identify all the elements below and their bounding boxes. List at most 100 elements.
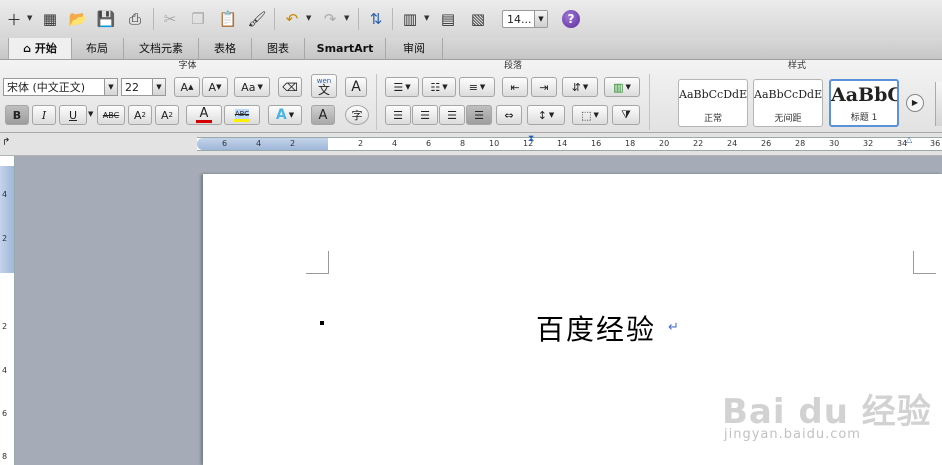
save-icon[interactable]: 💾	[94, 7, 118, 31]
show-hide-icon[interactable]: ⇅	[364, 7, 388, 31]
template-gallery-icon[interactable]: ▦	[38, 7, 62, 31]
print-icon[interactable]: ⎙	[123, 7, 147, 31]
chevron-down-icon: ▼	[582, 83, 589, 91]
style-no-spacing[interactable]: AaBbCcDdEe 无间距	[753, 79, 823, 127]
arrow-down-icon: ▼	[216, 83, 222, 91]
align-center-button[interactable]: ☰	[412, 105, 438, 125]
numbering-button[interactable]: ☷ ▼	[422, 77, 456, 97]
gallery-icon[interactable]: ▤	[436, 7, 460, 31]
paste-icon[interactable]: 📋	[216, 7, 240, 31]
font-name-select[interactable]: 宋体 (中文正文) ▼	[3, 78, 118, 96]
tab-document-elements[interactable]: 文档元素	[124, 38, 199, 59]
increase-indent-button[interactable]: ⇥	[531, 77, 557, 97]
char-border-icon: A	[351, 79, 361, 95]
columns-button[interactable]: ▥ ▼	[604, 77, 640, 97]
change-case-button[interactable]: Aa ▼	[234, 77, 270, 97]
clear-formatting-button[interactable]: ⌫	[278, 77, 302, 97]
borders-button[interactable]: ⬚ ▼	[572, 105, 608, 125]
tab-charts[interactable]: 图表	[252, 38, 305, 59]
strikethrough-button[interactable]: ABC	[97, 105, 125, 125]
format-painter-icon[interactable]: 🖌	[245, 7, 269, 31]
italic-button[interactable]: I	[32, 105, 56, 125]
character-border-button[interactable]: A	[345, 77, 367, 97]
superscript-button[interactable]: A2	[128, 105, 152, 125]
align-center-icon: ☰	[420, 108, 430, 122]
toolbar-divider	[358, 8, 359, 30]
redo-icon[interactable]: ↷	[318, 7, 342, 31]
font-size-select[interactable]: 22 ▼	[121, 78, 166, 96]
toolbox-icon[interactable]: ▧	[466, 7, 490, 31]
char-shading-icon: A	[318, 107, 328, 123]
styles-next-icon[interactable]: ▶	[906, 94, 924, 112]
tab-review[interactable]: 审阅	[386, 38, 443, 59]
tab-home[interactable]: ⌂ 开始	[8, 38, 72, 59]
ribbon-tabs: ⌂ 开始 布局 文档元素 表格 图表 SmartArt 审阅	[0, 38, 942, 60]
vruler-label: 2	[2, 234, 8, 243]
underline-button[interactable]: U	[59, 105, 87, 125]
copy-icon[interactable]: ❐	[186, 7, 210, 31]
ruler-label: 8	[460, 139, 466, 148]
zoom-value: 14...	[507, 13, 532, 26]
sidebar-view-icon[interactable]: ▥	[398, 7, 422, 31]
change-case-icon: Aa	[241, 80, 256, 94]
arrow-up-icon: ▲	[188, 83, 194, 91]
text-effects-button[interactable]: A ▼	[268, 105, 302, 125]
document-heading[interactable]: 百度经验	[536, 308, 656, 348]
open-icon[interactable]: 📂	[66, 7, 90, 31]
bullets-button[interactable]: ☰ ▼	[385, 77, 419, 97]
style-heading-1[interactable]: AaBbC 标题 1	[829, 79, 899, 127]
undo-dropdown-icon[interactable]: ▼	[306, 14, 311, 22]
ruler-label: 36	[930, 139, 941, 148]
redo-dropdown-icon[interactable]: ▼	[344, 14, 349, 22]
tab-tables[interactable]: 表格	[199, 38, 252, 59]
tab-smartart[interactable]: SmartArt	[305, 38, 386, 59]
ruler-label: 32	[863, 139, 874, 148]
justify-button[interactable]: ☰	[466, 105, 492, 125]
font-color-button[interactable]: A	[186, 105, 222, 125]
align-left-button[interactable]: ☰	[385, 105, 411, 125]
help-icon[interactable]: ?	[562, 10, 580, 28]
cut-icon[interactable]: ✂	[158, 7, 182, 31]
vertical-ruler[interactable]: 4 2 2 4 6 8	[0, 156, 15, 465]
horizontal-ruler[interactable]: 6 4 2 2 4 6 8 10 12 14 16 18 20 22 24 26…	[197, 134, 942, 151]
highlight-swatch	[234, 118, 250, 122]
enclose-characters-button[interactable]: 字	[345, 105, 369, 125]
first-line-indent-marker[interactable]: ⧗	[528, 134, 534, 144]
align-right-button[interactable]: ☰	[439, 105, 465, 125]
phonetic-char-label: 文	[317, 83, 330, 97]
highlight-button[interactable]: ABC	[224, 105, 260, 125]
ruler-label: 26	[761, 139, 772, 148]
ruler-bar: ↱ 6 4 2 2 4 6 8 10 12 14 16 18 20 22 24 …	[0, 133, 942, 156]
sort-icon: ⇵	[571, 80, 581, 94]
multilevel-list-icon: ≡	[468, 80, 478, 94]
right-indent-marker[interactable]: △	[906, 135, 912, 144]
underline-dropdown-icon[interactable]: ▼	[88, 110, 93, 118]
character-shading-button[interactable]: A	[311, 105, 335, 125]
tab-selector-icon[interactable]: ↱	[2, 137, 10, 148]
paragraph-group-title: 段落	[503, 61, 522, 71]
ruler-label: 16	[591, 139, 602, 148]
bold-button[interactable]: B	[5, 105, 29, 125]
subscript-button[interactable]: A2	[155, 105, 179, 125]
new-dropdown-icon[interactable]: ▼	[27, 14, 32, 22]
toolbar-divider	[274, 8, 275, 30]
tab-layout[interactable]: 布局	[71, 38, 124, 59]
line-spacing-button[interactable]: ↕ ▼	[527, 105, 565, 125]
zoom-select[interactable]: 14... ▼	[502, 10, 548, 28]
sort-button[interactable]: ⇵ ▼	[562, 77, 598, 97]
group-divider	[376, 74, 377, 130]
decrease-indent-button[interactable]: ⇤	[502, 77, 528, 97]
shrink-font-button[interactable]: A ▼	[202, 77, 228, 97]
distributed-button[interactable]: ⇔	[496, 105, 522, 125]
grow-font-button[interactable]: A ▲	[174, 77, 200, 97]
phonetic-guide-button[interactable]: wen 文	[311, 74, 337, 98]
style-caption: 无间距	[774, 114, 802, 124]
paragraph-shading-button[interactable]: ⧩	[612, 105, 640, 125]
font-color-swatch	[196, 119, 212, 123]
undo-icon[interactable]: ↶	[280, 7, 304, 31]
style-normal[interactable]: AaBbCcDdEe 正常	[678, 79, 748, 127]
new-document-icon[interactable]: ＋	[2, 7, 26, 31]
sidebar-dropdown-icon[interactable]: ▼	[424, 14, 429, 22]
multilevel-list-button[interactable]: ≡ ▼	[459, 77, 495, 97]
paragraph-bullet-mark	[320, 321, 324, 325]
